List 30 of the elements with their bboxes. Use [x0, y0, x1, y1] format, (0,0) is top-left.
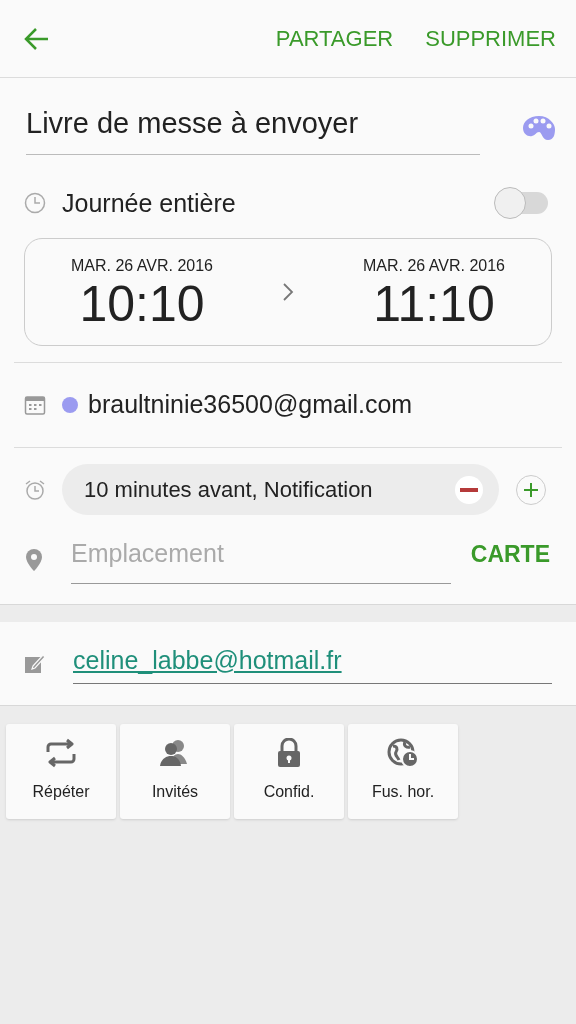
option-tile[interactable]: Invités — [120, 723, 230, 819]
chevron-right-icon — [281, 281, 295, 303]
clock-icon — [24, 192, 46, 215]
location-field[interactable]: Emplacement — [71, 535, 451, 584]
option-tile[interactable]: Fus. hor. — [348, 723, 458, 819]
time-text: 11:10 — [373, 278, 495, 330]
end-time-button[interactable]: MAR. 26 AVR. 2016 11:10 — [339, 254, 529, 330]
back-arrow-icon — [24, 26, 50, 51]
alarm-clock-icon — [24, 478, 46, 501]
plus-icon — [523, 481, 539, 498]
option-tile[interactable]: Répéter — [6, 723, 116, 819]
time-text: 10:10 — [79, 278, 205, 330]
location-pin-icon — [24, 547, 44, 572]
date-text: MAR. 26 AVR. 2016 — [71, 256, 213, 276]
all-day-label: Journée entière — [62, 187, 236, 219]
reminder-text: 10 minutes avant, Notification — [84, 476, 373, 504]
date-text: MAR. 26 AVR. 2016 — [363, 256, 505, 276]
option-tile[interactable]: Confid. — [234, 723, 344, 819]
calendar-icon — [24, 394, 46, 416]
start-time-button[interactable]: MAR. 26 AVR. 2016 10:10 — [47, 254, 237, 330]
title-field[interactable]: Livre de messe à envoyer — [26, 102, 480, 155]
repeat-icon — [44, 738, 78, 768]
lock-icon — [276, 738, 302, 768]
calendar-account[interactable]: braultninie36500@gmail.com — [88, 386, 413, 424]
all-day-switch[interactable] — [494, 186, 550, 221]
palette-icon[interactable] — [522, 115, 556, 142]
remove-reminder-button[interactable] — [455, 475, 483, 504]
globe-clock-icon — [387, 738, 419, 768]
minus-icon — [460, 487, 478, 492]
reminder-chip[interactable]: 10 minutes avant, Notification — [62, 464, 499, 515]
